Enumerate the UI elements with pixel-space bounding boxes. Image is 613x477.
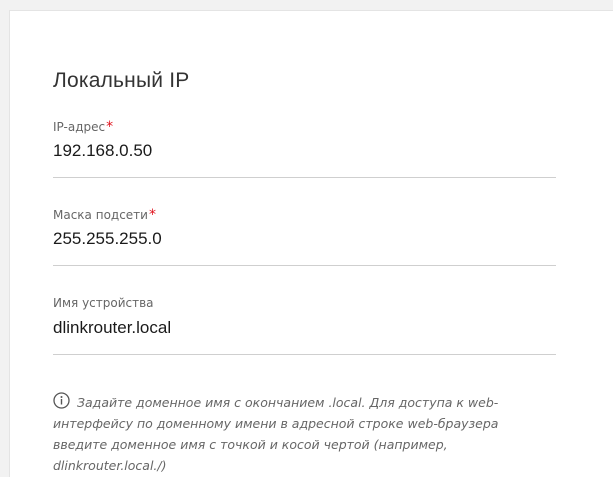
required-mark: * bbox=[148, 207, 156, 223]
ip-address-label-text: IP-адрес bbox=[53, 120, 106, 134]
local-ip-panel: Локальный IP IP-адрес* 192.168.0.50 Маск… bbox=[9, 10, 613, 477]
section-title: Локальный IP bbox=[53, 69, 190, 92]
subnet-mask-label-text: Маска подсети bbox=[53, 208, 148, 222]
subnet-mask-field[interactable]: Маска подсети* 255.255.255.0 bbox=[53, 207, 556, 266]
device-name-label: Имя устройства bbox=[53, 296, 154, 310]
ip-address-label: IP-адрес* bbox=[53, 119, 113, 135]
device-name-field[interactable]: Имя устройства dlinkrouter.local bbox=[53, 296, 556, 355]
hint-text: Задайте доменное имя с окончанием .local… bbox=[53, 395, 499, 473]
subnet-mask-label: Маска подсети* bbox=[53, 207, 156, 223]
ip-address-field[interactable]: IP-адрес* 192.168.0.50 bbox=[53, 119, 556, 178]
device-name-input[interactable] bbox=[53, 314, 556, 346]
ip-address-input[interactable] bbox=[53, 137, 556, 169]
required-mark: * bbox=[106, 119, 114, 135]
info-icon bbox=[53, 392, 70, 409]
domain-hint: Задайте доменное имя с окончанием .local… bbox=[53, 392, 533, 476]
subnet-mask-input[interactable] bbox=[53, 225, 556, 257]
